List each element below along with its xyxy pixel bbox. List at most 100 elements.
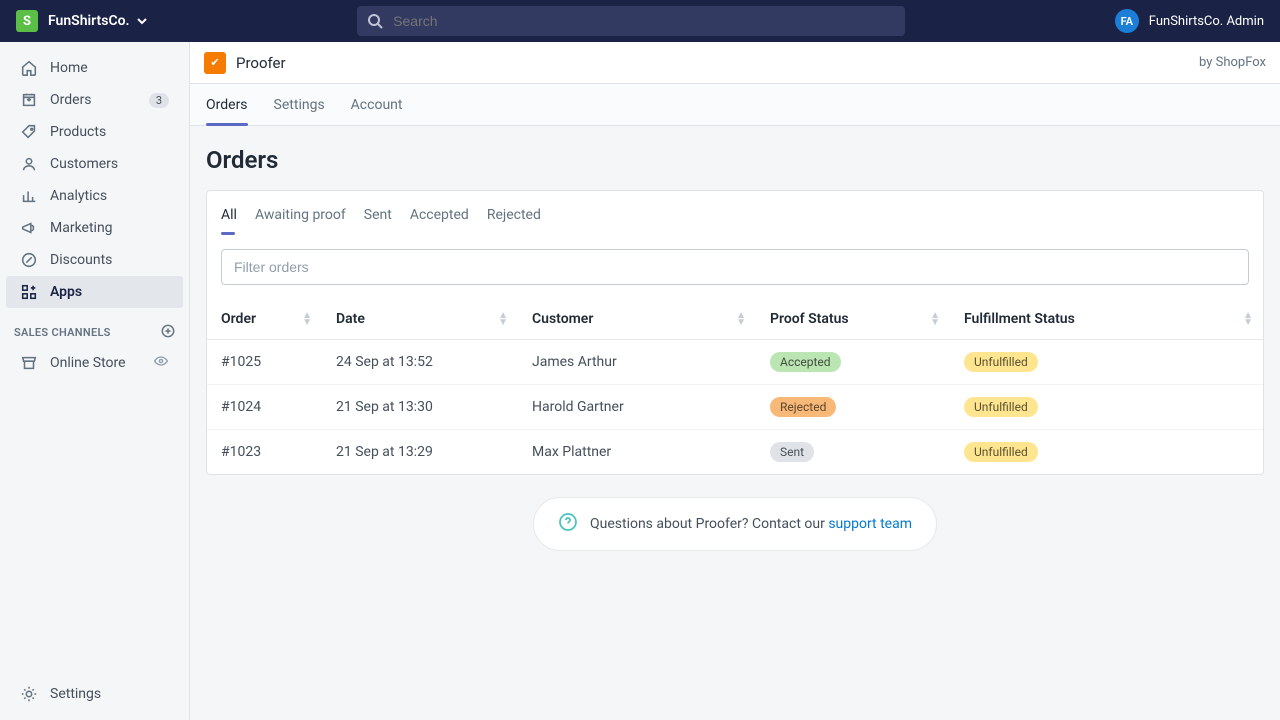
user-menu[interactable]: FA FunShirtsCo. Admin <box>1115 9 1264 33</box>
home-icon <box>20 59 38 77</box>
col-order-label: Order <box>221 311 256 327</box>
sidebar: Home Orders 3 Products Customers Analyti… <box>0 42 190 720</box>
support-team-link[interactable]: support team <box>828 516 912 532</box>
sidebar-item-discounts[interactable]: Discounts <box>6 244 183 276</box>
sidebar-item-marketing[interactable]: Marketing <box>6 212 183 244</box>
col-fulfillment-status[interactable]: Fulfillment Status▲▼ <box>950 299 1263 340</box>
add-channel-button[interactable] <box>161 324 175 341</box>
cell-date: 21 Sep at 13:30 <box>322 385 518 430</box>
cell-date: 21 Sep at 13:29 <box>322 430 518 475</box>
search-input[interactable] <box>393 13 895 29</box>
card-tab-accepted[interactable]: Accepted <box>410 201 469 235</box>
col-order[interactable]: Order ▲▼ <box>207 299 322 340</box>
sidebar-item-home[interactable]: Home <box>6 52 183 84</box>
fulfillment-status-badge: Unfulfilled <box>964 352 1038 372</box>
proof-status-badge: Sent <box>770 442 814 462</box>
sidebar-item-label: Settings <box>50 686 101 702</box>
proof-status-badge: Accepted <box>770 352 841 372</box>
discount-icon <box>20 251 38 269</box>
sidebar-item-apps[interactable]: Apps <box>6 276 183 308</box>
app-tab-settings[interactable]: Settings <box>274 84 325 126</box>
sort-icon: ▲▼ <box>302 312 312 326</box>
sidebar-item-label: Products <box>50 124 106 140</box>
app-header: ✔ Proofer by ShopFox <box>190 42 1280 84</box>
table-row[interactable]: #102321 Sep at 13:29Max Plattner Sent Unfu… <box>207 430 1263 475</box>
tag-icon <box>20 123 38 141</box>
sidebar-item-label: Analytics <box>50 188 107 204</box>
card-tab-rejected[interactable]: Rejected <box>487 201 541 235</box>
app-tabs: Orders Settings Account <box>190 84 1280 126</box>
filter-orders-input[interactable] <box>221 249 1249 285</box>
sidebar-item-products[interactable]: Products <box>6 116 183 148</box>
col-proof-status[interactable]: Proof Status ▲▼ <box>756 299 950 340</box>
proofer-logo-icon: ✔ <box>204 52 226 74</box>
help-banner: Questions about Proofer? Contact our sup… <box>533 497 937 551</box>
sort-icon: ▲▼ <box>736 312 746 326</box>
app-title: Proofer <box>236 54 286 72</box>
cell-fulfillment-status: Unfulfilled <box>950 385 1263 430</box>
sidebar-item-label: Online Store <box>50 355 126 371</box>
help-text-label: Questions about Proofer? Contact our <box>590 516 828 532</box>
help-icon <box>558 512 578 536</box>
cell-fulfillment-status: Unfulfilled <box>950 430 1263 475</box>
col-date[interactable]: Date▲▼ <box>322 299 518 340</box>
cell-proof-status: Rejected <box>756 385 950 430</box>
card-tab-all[interactable]: All <box>221 201 237 235</box>
col-proof-label: Proof Status <box>770 311 849 327</box>
col-customer[interactable]: Customer▲▼ <box>518 299 756 340</box>
table-row[interactable]: #102421 Sep at 13:30Harold Gartner Reject… <box>207 385 1263 430</box>
sidebar-item-orders[interactable]: Orders 3 <box>6 84 183 116</box>
orders-table: Order ▲▼ Date▲▼ Customer▲▼ Proof Status ▲▼… <box>207 299 1263 474</box>
orders-badge: 3 <box>149 93 169 108</box>
sidebar-item-label: Apps <box>50 284 82 300</box>
col-fulfillment-label: Fulfillment Status <box>964 311 1075 327</box>
card-tab-awaiting[interactable]: Awaiting proof <box>255 201 346 235</box>
sidebar-item-online-store[interactable]: Online Store <box>6 347 183 379</box>
app-tab-account[interactable]: Account <box>351 84 403 126</box>
sales-channels-label: SALES CHANNELS <box>14 326 111 339</box>
cell-proof-status: Accepted <box>756 340 950 385</box>
sidebar-item-label: Orders <box>50 92 92 108</box>
shopify-logo-icon: S <box>16 10 38 32</box>
store-icon <box>20 354 38 372</box>
sidebar-item-label: Discounts <box>50 252 112 268</box>
sort-icon: ▲▼ <box>498 312 508 326</box>
cell-customer: James Arthur <box>518 340 756 385</box>
fulfillment-status-badge: Unfulfilled <box>964 442 1038 462</box>
orders-icon <box>20 91 38 109</box>
avatar: FA <box>1115 9 1139 33</box>
table-row[interactable]: #102524 Sep at 13:52James ArthurAccepted… <box>207 340 1263 385</box>
search-bar[interactable] <box>357 6 905 36</box>
cell-date: 24 Sep at 13:52 <box>322 340 518 385</box>
sidebar-item-settings[interactable]: Settings <box>6 678 183 710</box>
page-title: Orders <box>206 146 1264 174</box>
sidebar-item-label: Customers <box>50 156 118 172</box>
user-name-label: FunShirtsCo. Admin <box>1149 14 1264 29</box>
analytics-icon <box>20 187 38 205</box>
card-tabs: All Awaiting proof Sent Accepted Rejecte… <box>207 191 1263 235</box>
cell-proof-status: Sent <box>756 430 950 475</box>
card-tab-sent[interactable]: Sent <box>364 201 392 235</box>
search-icon <box>367 13 383 29</box>
sidebar-item-label: Home <box>50 60 88 76</box>
sidebar-item-analytics[interactable]: Analytics <box>6 180 183 212</box>
app-tab-orders[interactable]: Orders <box>206 84 248 126</box>
proof-status-badge: Rejected <box>770 397 836 417</box>
cell-customer: Harold Gartner <box>518 385 756 430</box>
store-name-label: FunShirtsCo. <box>48 13 130 29</box>
cell-order: #1024 <box>207 385 322 430</box>
main: ✔ Proofer by ShopFox Orders Settings Acc… <box>190 42 1280 720</box>
person-icon <box>20 155 38 173</box>
sidebar-item-label: Marketing <box>50 220 113 236</box>
sidebar-item-customers[interactable]: Customers <box>6 148 183 180</box>
store-switcher[interactable]: FunShirtsCo. <box>48 13 148 29</box>
view-store-icon[interactable] <box>153 353 169 373</box>
cell-order: #1023 <box>207 430 322 475</box>
orders-card: All Awaiting proof Sent Accepted Rejecte… <box>206 190 1264 475</box>
cell-customer: Max Plattner <box>518 430 756 475</box>
chevron-down-icon <box>136 15 148 27</box>
topbar: S FunShirtsCo. FA FunShirtsCo. Admin <box>0 0 1280 42</box>
gear-icon <box>20 685 38 703</box>
fulfillment-status-badge: Unfulfilled <box>964 397 1038 417</box>
sort-icon: ▲▼ <box>930 312 940 326</box>
